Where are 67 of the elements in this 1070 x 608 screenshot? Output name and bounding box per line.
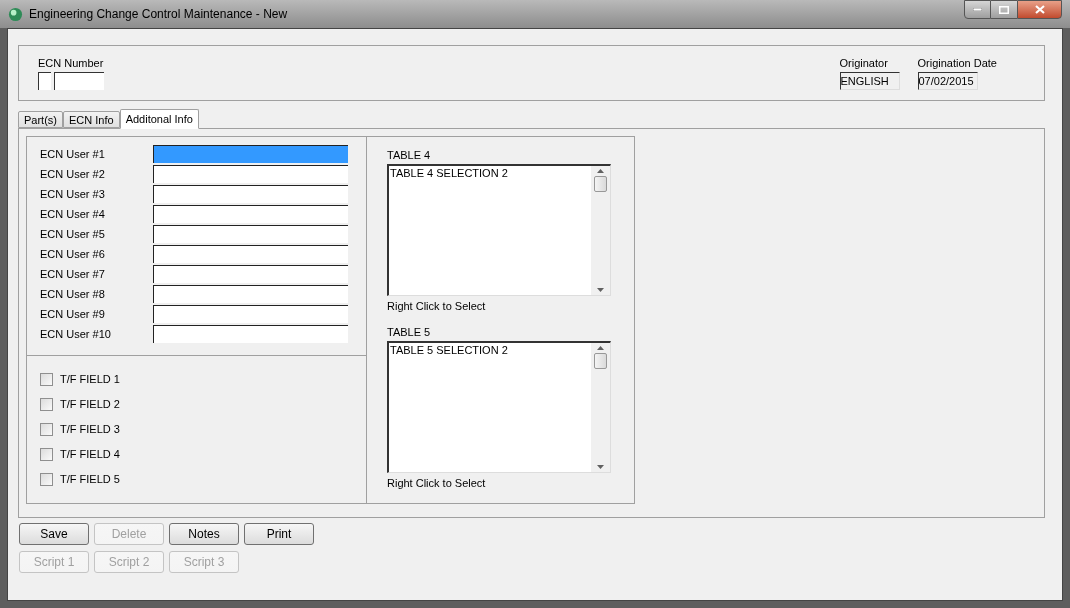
field-label: ECN User #10 (40, 326, 112, 342)
input-field[interactable] (153, 305, 348, 323)
input-field[interactable] (153, 265, 348, 283)
field-label: ECN User #4 (40, 206, 106, 222)
field-label: Origination Date (917, 57, 997, 70)
input-field[interactable] (38, 72, 51, 90)
field-label: ECN User #1 (40, 146, 106, 162)
scroll-thumb[interactable] (594, 176, 607, 192)
tab[interactable]: ECN Info (63, 111, 120, 128)
scrollbar[interactable] (591, 343, 610, 472)
checkbox[interactable] (40, 397, 53, 411)
scrollbar[interactable] (591, 166, 610, 295)
field-label: ECN User #3 (40, 186, 106, 202)
table-title: TABLE 5 (387, 325, 432, 339)
input-field[interactable] (153, 145, 348, 163)
input-field[interactable] (153, 205, 348, 223)
list-item[interactable]: TABLE 5 SELECTION 2 (390, 343, 590, 357)
field-label: ECN User #2 (40, 166, 106, 182)
checkbox[interactable] (40, 372, 53, 386)
tab[interactable]: Part(s) (18, 111, 63, 128)
checkbox-label: T/F FIELD 1 (60, 371, 120, 387)
checkbox-label: T/F FIELD 5 (60, 471, 120, 487)
close-icon (1034, 5, 1045, 14)
checkbox[interactable] (40, 422, 53, 436)
checkbox-label: T/F FIELD 4 (60, 446, 120, 462)
input-field[interactable] (54, 72, 104, 90)
up-arrow-icon[interactable] (597, 169, 604, 173)
input-field[interactable] (153, 245, 348, 263)
field-label: ECN User #6 (40, 246, 106, 262)
maximize-icon (999, 5, 1009, 14)
checkbox[interactable] (40, 447, 53, 461)
close-button[interactable] (1017, 0, 1062, 19)
checkbox-label: T/F FIELD 2 (60, 396, 120, 412)
maximize-button[interactable] (991, 0, 1017, 19)
push-button[interactable]: Print (244, 523, 314, 545)
field-label: ECN Number (38, 57, 104, 70)
hint-text: Right Click to Select (387, 476, 487, 490)
field-label: ECN User #7 (40, 266, 106, 282)
field-label: ECN User #8 (40, 286, 106, 302)
globe-icon (8, 6, 23, 22)
field-label: ECN User #5 (40, 226, 106, 242)
input-field[interactable] (153, 185, 348, 203)
minimize-button[interactable] (964, 0, 991, 19)
up-arrow-icon[interactable] (597, 346, 604, 350)
input-field[interactable] (153, 325, 348, 343)
input-field[interactable]: ENGLISH (839, 72, 900, 90)
input-field[interactable] (153, 225, 348, 243)
field-label: ECN User #9 (40, 306, 106, 322)
window-title: Engineering Change Control Maintenance - New (29, 6, 289, 23)
list-box[interactable]: TABLE 5 SELECTION 2 (387, 341, 611, 473)
scroll-thumb[interactable] (594, 353, 607, 369)
list-item[interactable]: TABLE 4 SELECTION 2 (390, 166, 590, 180)
down-arrow-icon[interactable] (597, 288, 604, 292)
push-button[interactable]: Notes (169, 523, 239, 545)
minimize-icon (973, 8, 982, 11)
input-field[interactable] (153, 165, 348, 183)
push-button[interactable]: Save (19, 523, 89, 545)
hint-text: Right Click to Select (387, 299, 487, 313)
table-title: TABLE 4 (387, 148, 432, 162)
checkbox[interactable] (40, 472, 53, 486)
tab[interactable]: Additonal Info (119, 109, 199, 129)
down-arrow-icon[interactable] (597, 465, 604, 469)
input-field[interactable] (153, 285, 348, 303)
input-field[interactable]: 07/02/2015 (917, 72, 978, 90)
checkbox-label: T/F FIELD 3 (60, 421, 120, 437)
list-box[interactable]: TABLE 4 SELECTION 2 (387, 164, 611, 296)
field-label: Originator (839, 57, 889, 70)
